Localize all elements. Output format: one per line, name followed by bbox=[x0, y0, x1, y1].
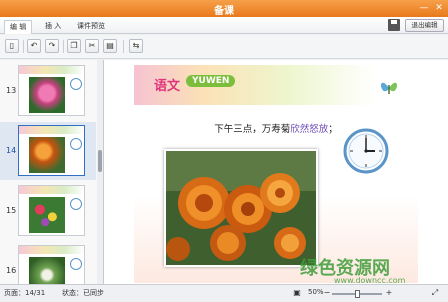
replace-icon[interactable]: ⇆ bbox=[129, 39, 143, 53]
redo-icon[interactable]: ↷ bbox=[45, 39, 59, 53]
thumbnail-number: 14 bbox=[6, 146, 17, 155]
fullscreen-icon[interactable]: ⤢ bbox=[430, 288, 440, 298]
thumbnail-slide bbox=[18, 125, 85, 176]
flowers-photo bbox=[29, 197, 65, 233]
zoom-in-icon[interactable]: + bbox=[384, 288, 394, 298]
clock-icon bbox=[70, 138, 82, 150]
tab-preview[interactable]: 课件预览 bbox=[72, 20, 110, 34]
tab-insert[interactable]: 插 入 bbox=[40, 20, 66, 34]
thumbnail-15[interactable]: 15 bbox=[0, 182, 96, 240]
copy-icon[interactable]: ❐ bbox=[67, 39, 81, 53]
thumbnail-scrollbar[interactable] bbox=[97, 60, 103, 284]
clock-icon bbox=[70, 198, 82, 210]
marigold-photo[interactable] bbox=[164, 149, 318, 267]
slide-banner: 语文 YUWEN bbox=[134, 65, 418, 105]
marigold-image bbox=[166, 151, 316, 265]
zoom-slider[interactable] bbox=[332, 290, 382, 298]
toolbar-divider bbox=[63, 40, 64, 53]
close-button[interactable]: ✕ bbox=[433, 2, 445, 14]
thumbnail-16[interactable]: 16 bbox=[0, 242, 96, 284]
logo-text: 语文 bbox=[154, 79, 181, 94]
thumbnail-13[interactable]: 13 bbox=[0, 62, 96, 120]
thumbnail-slide bbox=[18, 245, 85, 284]
thumbnail-banner bbox=[19, 246, 84, 254]
sentence-prefix: 下午三点，万寿菊 bbox=[214, 124, 291, 135]
logo-subtitle: YUWEN bbox=[186, 75, 236, 87]
scrollbar-thumb[interactable] bbox=[98, 150, 102, 172]
cut-icon[interactable]: ✂ bbox=[85, 39, 99, 53]
sentence-highlight: 欣然怒放 bbox=[290, 124, 329, 135]
plant-photo bbox=[29, 257, 65, 284]
thumbnail-banner bbox=[19, 126, 84, 134]
zoom-out-icon[interactable]: − bbox=[322, 288, 332, 298]
save-icon[interactable] bbox=[388, 19, 400, 31]
title-bar: 备课 — ✕ bbox=[0, 0, 448, 17]
clock-icon bbox=[343, 128, 389, 174]
minimize-button[interactable]: — bbox=[418, 2, 430, 14]
zoom-slider-knob[interactable] bbox=[354, 290, 360, 298]
thumbnail-banner bbox=[19, 66, 84, 74]
fit-page-icon[interactable]: ▣ bbox=[292, 288, 302, 298]
clock-icon bbox=[70, 258, 82, 270]
thumbnail-number: 13 bbox=[6, 86, 17, 95]
thumbnail-banner bbox=[19, 186, 84, 194]
current-slide[interactable]: 语文 YUWEN 下午三点，万寿菊欣然怒放； bbox=[134, 65, 418, 283]
tab-edit[interactable]: 编 辑 bbox=[4, 20, 33, 34]
toolbar-divider bbox=[23, 40, 24, 53]
sync-status: 状态：已同步 bbox=[62, 289, 104, 297]
page-indicator: 页面：14/31 bbox=[4, 289, 46, 297]
undo-icon[interactable]: ↶ bbox=[27, 39, 41, 53]
pink-flower-photo bbox=[29, 77, 65, 113]
sentence-suffix: ； bbox=[328, 124, 338, 135]
slide-canvas: 语文 YUWEN 下午三点，万寿菊欣然怒放； bbox=[104, 60, 448, 284]
thumbnail-slide bbox=[18, 65, 85, 116]
paste-icon[interactable]: ▤ bbox=[103, 39, 117, 53]
toolbar-divider bbox=[123, 40, 124, 53]
marigold-photo bbox=[29, 137, 65, 173]
window-title: 备课 bbox=[214, 6, 234, 17]
slide-thumbnail-pane: 13 14 15 16 bbox=[0, 60, 104, 284]
new-page-icon[interactable]: ▯ bbox=[5, 39, 19, 53]
butterfly-icon bbox=[380, 82, 398, 94]
status-bar: 页面：14/31 状态：已同步 ▣ 50% − + ⤢ bbox=[0, 284, 448, 302]
toolbar: ▯ ↶ ↷ ❐ ✂ ▤ ⇆ bbox=[0, 35, 448, 59]
ribbon-tabs: 编 辑 插 入 课件预览 退出编辑 bbox=[0, 17, 448, 34]
thumbnail-slide bbox=[18, 185, 85, 236]
thumbnail-number: 16 bbox=[6, 266, 17, 275]
clock-icon bbox=[70, 78, 82, 90]
exit-edit-button[interactable]: 退出编辑 bbox=[405, 19, 444, 32]
thumbnail-number: 15 bbox=[6, 206, 17, 215]
thumbnail-14[interactable]: 14 bbox=[0, 122, 96, 180]
